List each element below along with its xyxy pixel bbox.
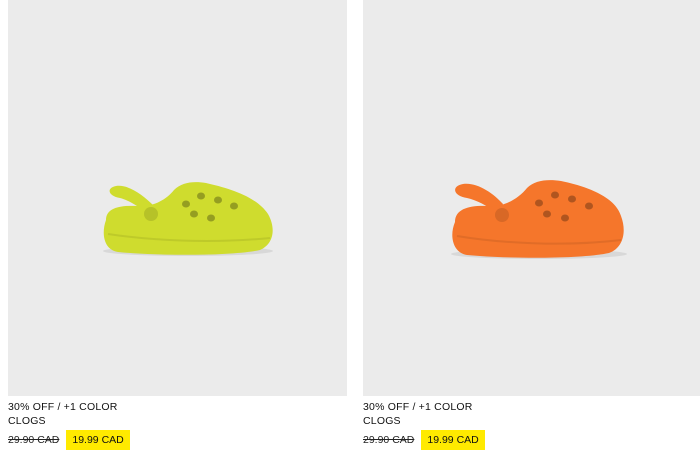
original-price: 29.90 CAD bbox=[8, 434, 60, 446]
clog-shoe-image bbox=[103, 182, 273, 256]
product-name[interactable]: CLOGS bbox=[8, 414, 347, 428]
product-card[interactable]: 30% OFF / +1 COLOR CLOGS 29.90 CAD 19.99… bbox=[8, 0, 347, 450]
strap-rivet bbox=[144, 207, 158, 221]
product-grid: 30% OFF / +1 COLOR CLOGS 29.90 CAD 19.99… bbox=[0, 0, 700, 457]
product-image[interactable] bbox=[8, 0, 347, 396]
clog-shoe-image bbox=[451, 180, 627, 259]
price-row: 29.90 CAD 19.99 CAD bbox=[363, 430, 700, 450]
price-row: 29.90 CAD 19.99 CAD bbox=[8, 430, 347, 450]
promo-label: 30% OFF / +1 COLOR bbox=[363, 401, 473, 413]
product-image[interactable] bbox=[363, 0, 700, 396]
product-name[interactable]: CLOGS bbox=[363, 414, 700, 428]
promo-label: 30% OFF / +1 COLOR bbox=[8, 401, 118, 413]
strap-rivet bbox=[495, 208, 509, 222]
product-card[interactable]: 30% OFF / +1 COLOR CLOGS 29.90 CAD 19.99… bbox=[363, 0, 700, 450]
sale-price: 19.99 CAD bbox=[66, 430, 130, 450]
sale-price: 19.99 CAD bbox=[421, 430, 485, 450]
original-price: 29.90 CAD bbox=[363, 434, 415, 446]
